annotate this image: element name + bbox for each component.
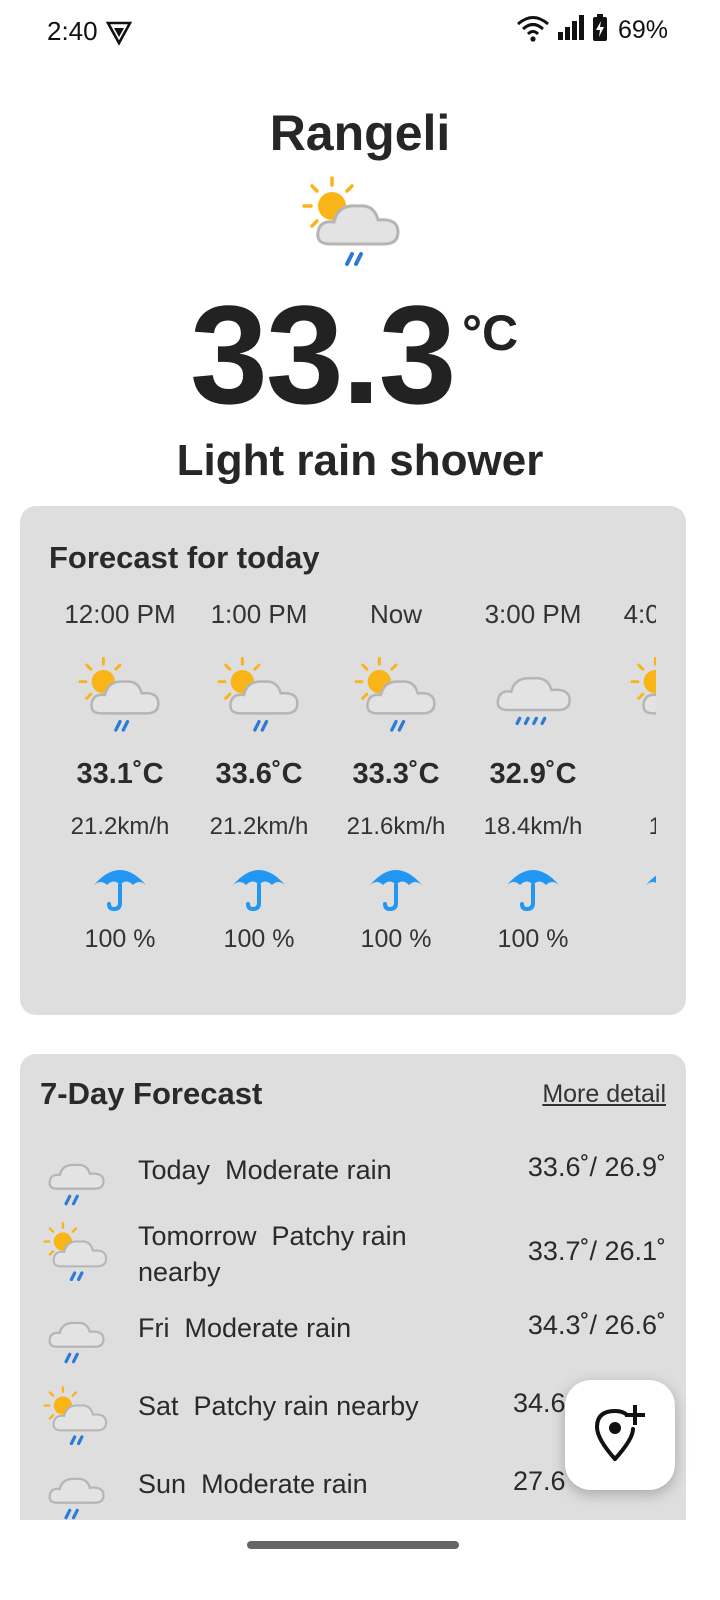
current-temperature: 33.3 <box>190 276 456 433</box>
sun-cloud-rain-icon <box>189 650 329 740</box>
hour-item: 12:00 PM 33.1˚C 21.2km/h 100 % <box>50 594 190 954</box>
day-description: Moderate rain <box>201 1469 368 1499</box>
more-detail-link[interactable]: More detail <box>542 1080 666 1109</box>
hour-rain-chance: 100 % <box>84 925 156 953</box>
cloud-rain-icon <box>42 1464 110 1520</box>
cloud-rain-icon <box>42 1308 110 1373</box>
hourly-forecast-list[interactable]: 12:00 PM 33.1˚C 21.2km/h 100 % 1:00 PM 3… <box>50 594 656 994</box>
hour-time: 3:00 PM <box>484 599 582 629</box>
day-description: Patchy rain nearby <box>193 1391 419 1421</box>
umbrella-icon <box>189 857 329 917</box>
temperature-unit: °C <box>462 305 519 361</box>
umbrella-icon <box>326 857 466 917</box>
add-location-icon <box>593 1403 647 1468</box>
day-name: Fri <box>138 1313 170 1343</box>
today-forecast-title: Forecast for today <box>49 540 320 575</box>
sun-cloud-rain-icon <box>300 174 404 275</box>
hour-time: 12:00 PM <box>64 599 176 629</box>
umbrella-icon <box>602 857 656 917</box>
hour-time: 1:00 PM <box>210 599 308 629</box>
sun-cloud-rain-icon <box>326 650 466 740</box>
day-temp-range: 34.6 <box>513 1388 566 1418</box>
day-name: Tomorrow <box>138 1221 257 1251</box>
hour-temperature: 33.3˚C <box>352 758 440 790</box>
current-condition: Light rain shower <box>176 436 544 485</box>
battery-charging-icon <box>592 14 608 47</box>
hour-item: 3:00 PM 32.9˚C 18.4km/h 100 % <box>463 594 603 954</box>
battery-percent: 69% <box>617 16 668 44</box>
cloud-rain-icon <box>463 650 603 740</box>
hour-wind: 21.2km/h <box>70 813 170 840</box>
status-time: 2:40 <box>47 16 98 46</box>
hour-time: Now <box>369 599 422 629</box>
hour-wind: 21.6km/h <box>346 813 446 840</box>
home-indicator[interactable] <box>247 1541 459 1549</box>
umbrella-icon <box>463 857 603 917</box>
day-temp-range: 33.6˚/ 26.9˚ <box>527 1152 666 1182</box>
hour-time: 4:00 PM <box>623 599 656 629</box>
city-name: Rangeli <box>269 105 451 161</box>
day-description: Moderate rain <box>184 1313 352 1343</box>
day-name: Sun <box>138 1469 187 1499</box>
vpn-shield-icon <box>105 18 133 51</box>
sun-cloud-rain-icon <box>602 650 656 740</box>
day-temp-range: 33.7˚/ 26.1˚ <box>527 1236 666 1266</box>
add-location-button[interactable] <box>565 1380 675 1490</box>
hour-temperature: 32 <box>602 758 657 791</box>
cloud-rain-icon <box>42 1150 110 1215</box>
signal-icon <box>556 14 586 47</box>
hour-item: 1:00 PM 33.6˚C 21.2km/h 100 % <box>189 594 329 954</box>
sun-cloud-rain-icon <box>42 1384 110 1453</box>
sun-cloud-rain-icon <box>50 650 190 740</box>
hour-rain-chance: 100 % <box>497 925 569 953</box>
day-description: Moderate rain <box>225 1155 392 1185</box>
hour-temperature: 33.1˚C <box>76 758 164 790</box>
umbrella-icon <box>50 857 190 917</box>
day-name: Today <box>138 1155 211 1185</box>
sun-cloud-rain-icon <box>42 1220 110 1289</box>
hour-rain-chance: 100 % <box>223 925 295 953</box>
hour-temperature: 33.6˚C <box>215 758 303 790</box>
status-bar: 2:40 69% <box>0 0 720 64</box>
day-temp-range: 27.6 <box>513 1466 566 1496</box>
hour-wind: 18.4km/h <box>483 813 583 840</box>
hour-wind: 21.2km/h <box>209 813 309 840</box>
wifi-icon <box>516 14 550 47</box>
week-forecast-title: 7-Day Forecast <box>40 1076 263 1111</box>
hour-item: 4:00 PM 32 16.6 10 <box>602 594 656 954</box>
day-temp-range: 34.3˚/ 26.6˚ <box>527 1310 666 1340</box>
hour-rain-chance: 100 % <box>360 925 432 953</box>
hour-temperature: 32.9˚C <box>489 758 577 790</box>
today-forecast-card: Forecast for today 12:00 PM 33.1˚C 21.2k… <box>20 506 686 1015</box>
hour-rain-chance: 10 <box>602 925 656 954</box>
day-name: Sat <box>138 1391 179 1421</box>
hour-wind: 16.6 <box>648 813 656 840</box>
hour-item: Now 33.3˚C 21.6km/h 100 % <box>326 594 466 954</box>
